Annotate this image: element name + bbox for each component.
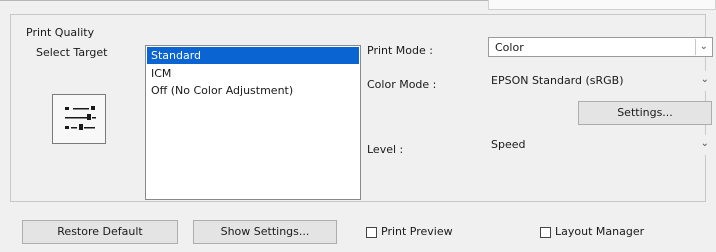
print-preview-checkbox[interactable] — [366, 227, 377, 238]
select-target-label: Select Target — [36, 46, 108, 59]
level-select[interactable]: Speed ⌄ — [488, 135, 713, 155]
target-option-icm[interactable]: ICM — [146, 65, 360, 82]
chevron-down-icon[interactable]: ⌄ — [700, 41, 708, 52]
settings-button[interactable]: Settings... — [578, 101, 712, 125]
level-label: Level : — [367, 143, 404, 156]
restore-default-button[interactable]: Restore Default — [22, 220, 178, 244]
level-value: Speed — [491, 138, 526, 151]
color-mode-value: EPSON Standard (sRGB) — [491, 74, 624, 87]
color-mode-label: Color Mode : — [367, 78, 437, 91]
print-mode-arrow-separator — [695, 39, 696, 55]
show-settings-button[interactable]: Show Settings... — [193, 220, 337, 244]
chevron-down-icon[interactable]: ⌄ — [701, 74, 709, 85]
target-option-off[interactable]: Off (No Color Adjustment) — [146, 82, 360, 99]
target-settings-icon — [52, 94, 106, 144]
print-mode-value: Color — [495, 41, 524, 54]
print-mode-label: Print Mode : — [367, 44, 433, 57]
layout-manager-label: Layout Manager — [555, 225, 645, 238]
print-preview-label: Print Preview — [381, 225, 453, 238]
target-option-standard[interactable]: Standard — [147, 47, 359, 64]
chevron-down-icon[interactable]: ⌄ — [701, 138, 709, 149]
print-mode-select[interactable]: Color ⌄ — [488, 37, 713, 57]
target-listbox[interactable]: Standard ICM Off (No Color Adjustment) — [145, 45, 361, 200]
top-panel-edge — [488, 0, 716, 10]
layout-manager-checkbox[interactable] — [540, 227, 551, 238]
print-quality-title: Print Quality — [26, 26, 95, 39]
color-mode-select[interactable]: EPSON Standard (sRGB) ⌄ — [488, 71, 713, 91]
